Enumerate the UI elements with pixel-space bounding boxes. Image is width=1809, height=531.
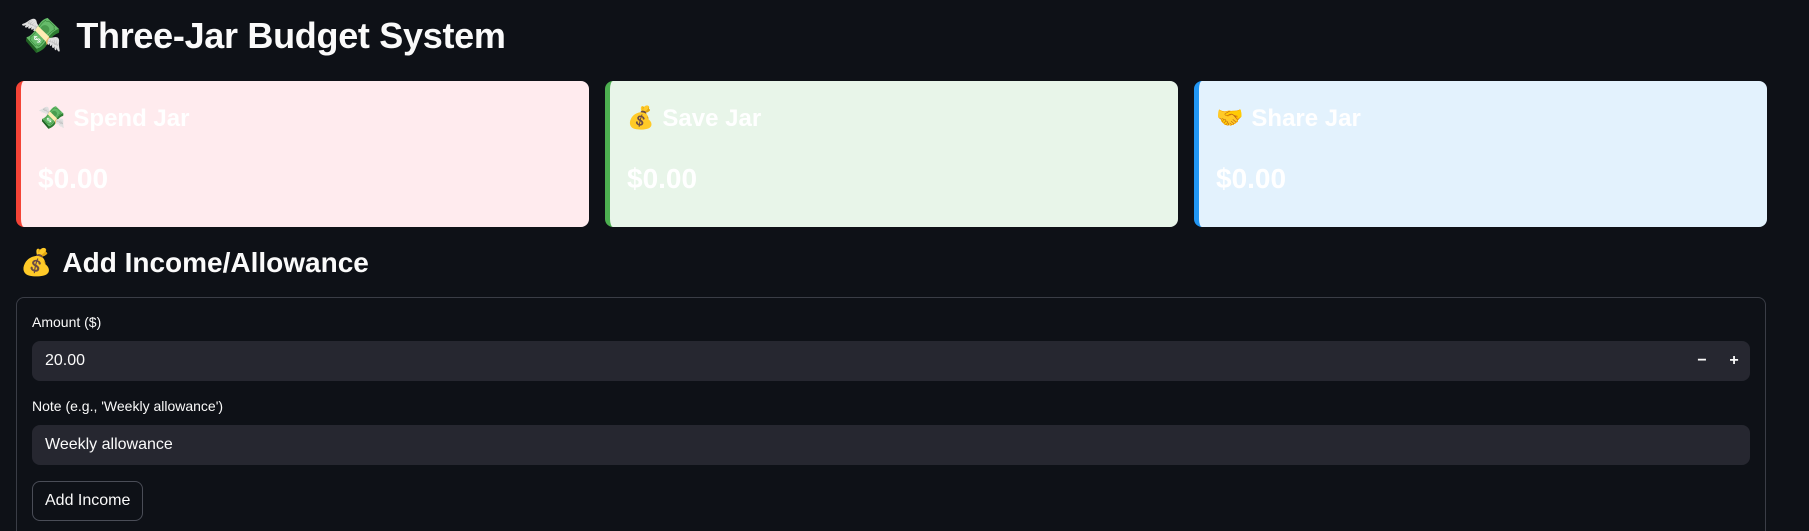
- share-jar-title: Share Jar: [1251, 105, 1361, 132]
- spend-jar-amount: $0.00: [38, 163, 109, 194]
- income-form: Amount ($) 20.00 − + Note (e.g., 'Weekly…: [16, 297, 1766, 531]
- page-title: Three-Jar Budget System: [76, 15, 506, 56]
- amount-value[interactable]: 20.00: [45, 352, 1686, 370]
- share-jar-header: 🤝 Share Jar: [1216, 105, 1361, 133]
- spend-jar-card: 💸 Spend Jar $0.00: [16, 81, 589, 227]
- save-jar-amount: $0.00: [627, 163, 698, 194]
- add-income-button[interactable]: Add Income: [32, 481, 144, 521]
- save-jar-card: 💰 Save Jar $0.00: [605, 81, 1178, 227]
- amount-stepper: − +: [1686, 341, 1750, 381]
- spend-jar-title: Spend Jar: [73, 105, 190, 132]
- money-with-wings-icon: 💸: [38, 106, 66, 131]
- app-root: 💸 Three-Jar Budget System 💸 Spend Jar $0…: [0, 0, 1809, 531]
- save-jar-title: Save Jar: [662, 105, 762, 132]
- decrement-button[interactable]: −: [1686, 341, 1718, 381]
- handshake-icon: 🤝: [1216, 106, 1244, 131]
- share-jar-amount: $0.00: [1216, 163, 1287, 194]
- save-jar-header: 💰 Save Jar: [627, 105, 761, 133]
- note-label: Note (e.g., 'Weekly allowance'): [32, 398, 224, 414]
- income-section-title: Add Income/Allowance: [62, 247, 369, 278]
- amount-input[interactable]: 20.00 − +: [32, 341, 1750, 381]
- money-bag-icon: 💰: [627, 106, 655, 131]
- jar-cards: 💸 Spend Jar $0.00 💰 Save Jar $0.00 🤝 Sha…: [16, 81, 1767, 227]
- note-input[interactable]: Weekly allowance: [32, 425, 1750, 465]
- amount-label: Amount ($): [32, 314, 102, 330]
- money-bag-icon: 💰: [20, 248, 53, 278]
- page-header: 💸 Three-Jar Budget System: [20, 14, 506, 58]
- increment-button[interactable]: +: [1718, 341, 1750, 381]
- spend-jar-header: 💸 Spend Jar: [38, 105, 189, 133]
- money-with-wings-icon: 💸: [20, 16, 63, 56]
- income-section-header: 💰 Add Income/Allowance: [20, 246, 369, 280]
- note-value[interactable]: Weekly allowance: [45, 436, 1750, 454]
- share-jar-card: 🤝 Share Jar $0.00: [1194, 81, 1767, 227]
